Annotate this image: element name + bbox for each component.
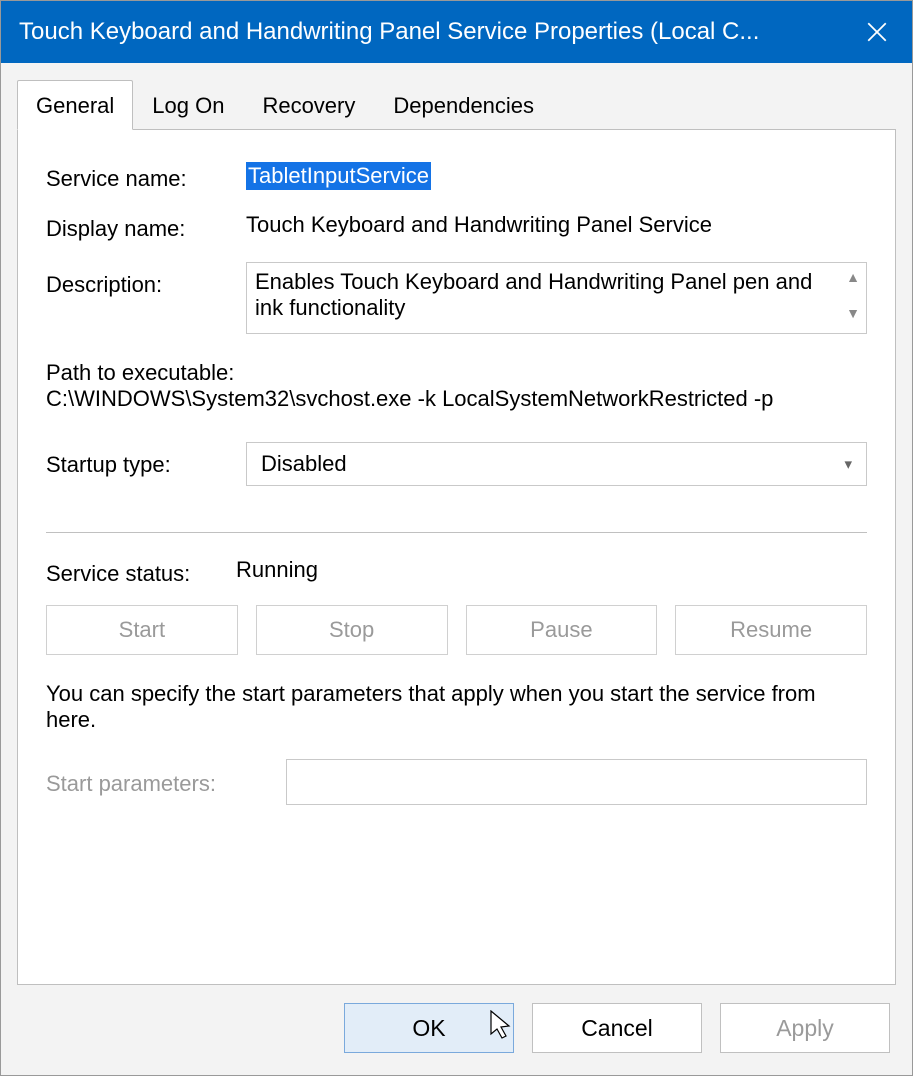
service-name-label: Service name: — [46, 162, 246, 192]
titlebar: Touch Keyboard and Handwriting Panel Ser… — [1, 1, 912, 63]
pause-service-button[interactable]: Pause — [466, 605, 658, 655]
start-params-help: You can specify the start parameters tha… — [46, 681, 867, 733]
start-params-input[interactable] — [286, 759, 867, 805]
service-status-label: Service status: — [46, 557, 236, 587]
description-label: Description: — [46, 262, 246, 298]
tab-recovery[interactable]: Recovery — [243, 80, 374, 130]
description-box[interactable]: Enables Touch Keyboard and Handwriting P… — [246, 262, 867, 334]
tab-general[interactable]: General — [17, 80, 133, 130]
startup-type-label: Startup type: — [46, 442, 246, 478]
startup-type-value: Disabled — [261, 451, 347, 477]
scroll-down-icon: ▼ — [846, 305, 860, 321]
client-area: General Log On Recovery Dependencies Ser… — [1, 63, 912, 985]
description-scroll[interactable]: ▲ ▼ — [846, 269, 860, 321]
close-icon — [867, 22, 887, 42]
startup-type-select[interactable]: Disabled ▾ — [246, 442, 867, 486]
start-service-button[interactable]: Start — [46, 605, 238, 655]
close-button[interactable] — [842, 1, 912, 63]
divider — [46, 532, 867, 533]
stop-service-button[interactable]: Stop — [256, 605, 448, 655]
path-value: C:\WINDOWS\System32\svchost.exe -k Local… — [46, 386, 867, 412]
ok-button[interactable]: OK — [344, 1003, 514, 1053]
cancel-button[interactable]: Cancel — [532, 1003, 702, 1053]
display-name-value: Touch Keyboard and Handwriting Panel Ser… — [246, 212, 867, 238]
scroll-up-icon: ▲ — [846, 269, 860, 285]
resume-service-button[interactable]: Resume — [675, 605, 867, 655]
chevron-down-icon: ▾ — [844, 455, 852, 473]
display-name-label: Display name: — [46, 212, 246, 242]
dialog-window: Touch Keyboard and Handwriting Panel Ser… — [0, 0, 913, 1076]
path-label: Path to executable: — [46, 360, 867, 386]
window-title: Touch Keyboard and Handwriting Panel Ser… — [19, 18, 842, 46]
dialog-footer: OK Cancel Apply — [1, 985, 912, 1075]
tab-page-general: Service name: TabletInputService Display… — [17, 129, 896, 985]
tab-dependencies[interactable]: Dependencies — [374, 80, 553, 130]
tabstrip: General Log On Recovery Dependencies — [17, 80, 896, 130]
apply-button[interactable]: Apply — [720, 1003, 890, 1053]
service-name-value[interactable]: TabletInputService — [246, 162, 867, 190]
service-status-value: Running — [236, 557, 867, 583]
service-name-text: TabletInputService — [246, 162, 431, 190]
tab-logon[interactable]: Log On — [133, 80, 243, 130]
description-text: Enables Touch Keyboard and Handwriting P… — [255, 269, 812, 320]
start-params-label: Start parameters: — [46, 767, 286, 797]
